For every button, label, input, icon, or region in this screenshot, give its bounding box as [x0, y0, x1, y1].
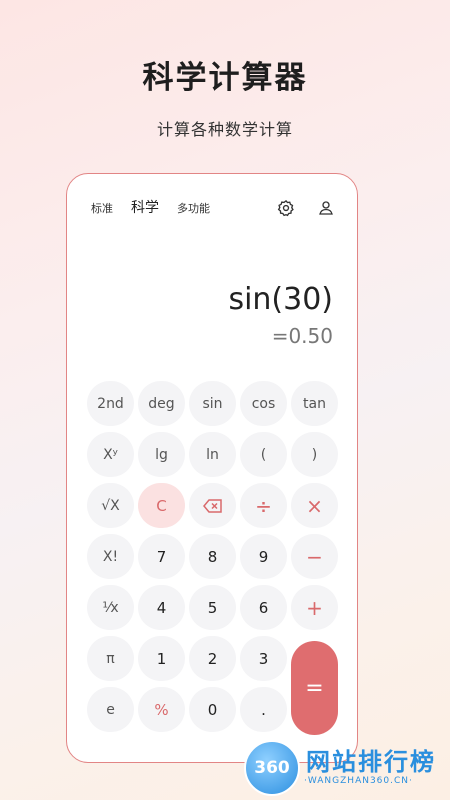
key-open-paren[interactable]: (	[240, 432, 287, 477]
key-plus[interactable]: +	[291, 585, 338, 630]
key-decimal[interactable]: .	[240, 687, 287, 732]
watermark-name: 网站排行榜	[306, 748, 436, 776]
key-minus[interactable]: −	[291, 534, 338, 579]
key-tan[interactable]: tan	[291, 381, 338, 426]
tab-scientific[interactable]: 科学	[131, 197, 159, 217]
gear-icon[interactable]	[274, 196, 298, 220]
mode-tab-bar: 标准 科学 多功能	[67, 196, 357, 222]
key-0[interactable]: 0	[189, 687, 236, 732]
tab-standard[interactable]: 标准	[91, 200, 113, 216]
hero-subtitle: 计算各种数学计算	[156, 120, 293, 139]
key-percent[interactable]: %	[138, 687, 185, 732]
phone-screen: 标准 科学 多功能 sin(30) =0.50 2nd deg sin cos …	[66, 173, 358, 763]
key-8[interactable]: 8	[189, 534, 236, 579]
key-backspace[interactable]	[189, 483, 236, 528]
key-9[interactable]: 9	[240, 534, 287, 579]
key-7[interactable]: 7	[138, 534, 185, 579]
key-1[interactable]: 1	[138, 636, 185, 681]
key-close-paren[interactable]: )	[291, 432, 338, 477]
key-4[interactable]: 4	[138, 585, 185, 630]
expression-display: sin(30)	[228, 282, 333, 317]
key-6[interactable]: 6	[240, 585, 287, 630]
key-equals[interactable]: =	[291, 641, 338, 735]
key-5[interactable]: 5	[189, 585, 236, 630]
key-2nd[interactable]: 2nd	[87, 381, 134, 426]
watermark-logo: 360	[244, 740, 300, 796]
key-multiply[interactable]: ×	[291, 483, 338, 528]
key-clear[interactable]: C	[138, 483, 185, 528]
key-cos[interactable]: cos	[240, 381, 287, 426]
watermark: 360 网站排行榜 ·WANGZHAN360.CN·	[238, 736, 450, 800]
key-ln[interactable]: ln	[189, 432, 236, 477]
backspace-icon	[202, 498, 222, 513]
key-2[interactable]: 2	[189, 636, 236, 681]
key-deg[interactable]: deg	[138, 381, 185, 426]
watermark-domain: ·WANGZHAN360.CN·	[304, 776, 413, 786]
key-divide[interactable]: ÷	[240, 483, 287, 528]
tab-multifunction[interactable]: 多功能	[177, 200, 210, 216]
key-sin[interactable]: sin	[189, 381, 236, 426]
key-reciprocal[interactable]: ¹⁄x	[87, 585, 134, 630]
key-power[interactable]: Xʸ	[87, 432, 134, 477]
person-icon[interactable]	[314, 196, 338, 220]
key-lg[interactable]: lg	[138, 432, 185, 477]
key-sqrt[interactable]: √X	[87, 483, 134, 528]
key-factorial[interactable]: X!	[87, 534, 134, 579]
hero-title: 科学计算器	[142, 60, 308, 96]
key-e[interactable]: e	[87, 687, 134, 732]
result-display: =0.50	[271, 324, 333, 348]
key-pi[interactable]: π	[87, 636, 134, 681]
key-3[interactable]: 3	[240, 636, 287, 681]
